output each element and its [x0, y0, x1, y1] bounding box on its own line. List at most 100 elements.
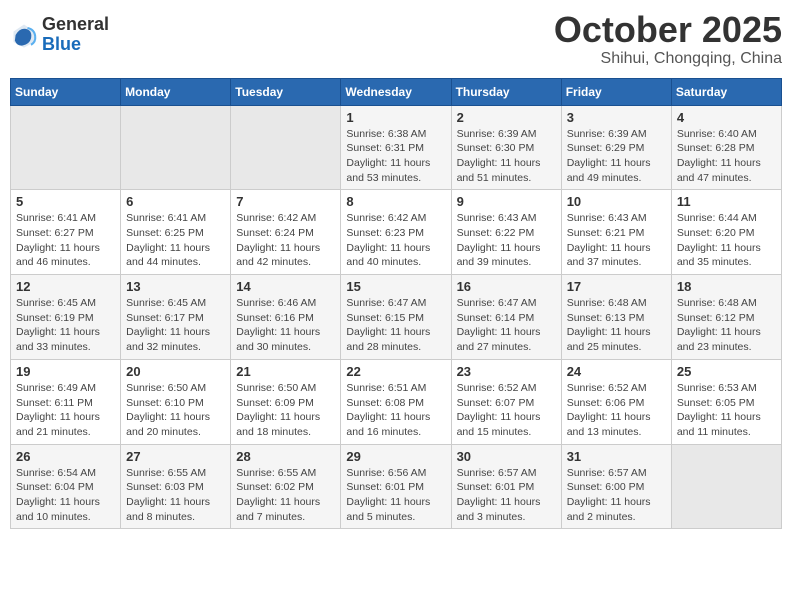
day-number: 5: [16, 194, 115, 209]
day-number: 16: [457, 279, 556, 294]
calendar-cell: 7Sunrise: 6:42 AM Sunset: 6:24 PM Daylig…: [231, 190, 341, 275]
day-number: 9: [457, 194, 556, 209]
day-detail: Sunrise: 6:39 AM Sunset: 6:30 PM Dayligh…: [457, 127, 556, 186]
day-detail: Sunrise: 6:51 AM Sunset: 6:08 PM Dayligh…: [346, 381, 445, 440]
calendar-week-4: 19 Sunrise: 6:49 AM Sunset: 6:11 PM Dayli…: [11, 359, 782, 444]
day-detail: Sunrise: 6:52 AM Sunset: 6:06 PM Dayligh…: [567, 381, 666, 440]
day-number: 19: [16, 364, 115, 379]
day-number: 29: [346, 449, 445, 464]
calendar-cell: 31Sunrise: 6:57 AM Sunset: 6:00 PM Dayli…: [561, 444, 671, 529]
calendar-cell: 17 Sunrise: 6:48 AM Sunset: 6:13 PM Dayli…: [561, 275, 671, 360]
calendar-cell: 29 Sunrise: 6:56 AM Sunset: 6:01 PM Dayli…: [341, 444, 451, 529]
day-number: 4: [677, 110, 776, 125]
calendar-week-5: 26 Sunrise: 6:54 AM Sunset: 6:04 PM Dayli…: [11, 444, 782, 529]
calendar-cell: 21 Sunrise: 6:50 AM Sunset: 6:09 PM Dayli…: [231, 359, 341, 444]
day-number: 17: [567, 279, 666, 294]
day-detail: Sunrise: 6:50 AM Sunset: 6:10 PM Dayligh…: [126, 381, 225, 440]
day-detail: Sunrise: 6:50 AM Sunset: 6:09 PM Dayligh…: [236, 381, 335, 440]
day-number: 26: [16, 449, 115, 464]
day-number: 11: [677, 194, 776, 209]
day-number: 25: [677, 364, 776, 379]
calendar-cell: 6 Sunrise: 6:41 AM Sunset: 6:25 PM Daylig…: [121, 190, 231, 275]
calendar-cell: 3Sunrise: 6:39 AM Sunset: 6:29 PM Daylig…: [561, 105, 671, 190]
day-detail: Sunrise: 6:49 AM Sunset: 6:11 PM Dayligh…: [16, 381, 115, 440]
day-detail: Sunrise: 6:40 AM Sunset: 6:28 PM Dayligh…: [677, 127, 776, 186]
calendar-cell: 2 Sunrise: 6:39 AM Sunset: 6:30 PM Daylig…: [451, 105, 561, 190]
day-number: 1: [346, 110, 445, 125]
weekday-header-sunday: Sunday: [11, 78, 121, 105]
day-number: 7: [236, 194, 335, 209]
weekday-header-wednesday: Wednesday: [341, 78, 451, 105]
calendar-cell: 19 Sunrise: 6:49 AM Sunset: 6:11 PM Dayli…: [11, 359, 121, 444]
day-number: 15: [346, 279, 445, 294]
day-number: 21: [236, 364, 335, 379]
month-title: October 2025: [554, 10, 782, 50]
location-subtitle: Shihui, Chongqing, China: [554, 50, 782, 68]
day-detail: Sunrise: 6:57 AM Sunset: 6:01 PM Dayligh…: [457, 466, 556, 525]
calendar-header: SundayMondayTuesdayWednesdayThursdayFrid…: [11, 78, 782, 105]
day-number: 28: [236, 449, 335, 464]
calendar-cell: 28 Sunrise: 6:55 AM Sunset: 6:02 PM Dayli…: [231, 444, 341, 529]
day-number: 27: [126, 449, 225, 464]
day-detail: Sunrise: 6:53 AM Sunset: 6:05 PM Dayligh…: [677, 381, 776, 440]
calendar-cell: 1 Sunrise: 6:38 AM Sunset: 6:31 PM Daylig…: [341, 105, 451, 190]
day-number: 8: [346, 194, 445, 209]
calendar-cell: 30 Sunrise: 6:57 AM Sunset: 6:01 PM Dayli…: [451, 444, 561, 529]
calendar-week-2: 5Sunrise: 6:41 AM Sunset: 6:27 PM Daylig…: [11, 190, 782, 275]
calendar-cell: 10 Sunrise: 6:43 AM Sunset: 6:21 PM Dayli…: [561, 190, 671, 275]
day-number: 31: [567, 449, 666, 464]
day-number: 3: [567, 110, 666, 125]
calendar-cell: 14Sunrise: 6:46 AM Sunset: 6:16 PM Dayli…: [231, 275, 341, 360]
calendar-table: SundayMondayTuesdayWednesdayThursdayFrid…: [10, 78, 782, 530]
day-number: 6: [126, 194, 225, 209]
calendar-cell: 24Sunrise: 6:52 AM Sunset: 6:06 PM Dayli…: [561, 359, 671, 444]
day-detail: Sunrise: 6:45 AM Sunset: 6:19 PM Dayligh…: [16, 296, 115, 355]
weekday-header-row: SundayMondayTuesdayWednesdayThursdayFrid…: [11, 78, 782, 105]
calendar-cell: 9 Sunrise: 6:43 AM Sunset: 6:22 PM Daylig…: [451, 190, 561, 275]
logo-blue-text: Blue: [42, 35, 109, 55]
day-detail: Sunrise: 6:41 AM Sunset: 6:25 PM Dayligh…: [126, 211, 225, 270]
calendar-cell: [231, 105, 341, 190]
day-number: 23: [457, 364, 556, 379]
day-detail: Sunrise: 6:38 AM Sunset: 6:31 PM Dayligh…: [346, 127, 445, 186]
day-detail: Sunrise: 6:43 AM Sunset: 6:21 PM Dayligh…: [567, 211, 666, 270]
calendar-cell: 27Sunrise: 6:55 AM Sunset: 6:03 PM Dayli…: [121, 444, 231, 529]
weekday-header-friday: Friday: [561, 78, 671, 105]
calendar-cell: 16 Sunrise: 6:47 AM Sunset: 6:14 PM Dayli…: [451, 275, 561, 360]
day-detail: Sunrise: 6:56 AM Sunset: 6:01 PM Dayligh…: [346, 466, 445, 525]
day-number: 10: [567, 194, 666, 209]
day-detail: Sunrise: 6:43 AM Sunset: 6:22 PM Dayligh…: [457, 211, 556, 270]
calendar-cell: 5Sunrise: 6:41 AM Sunset: 6:27 PM Daylig…: [11, 190, 121, 275]
day-detail: Sunrise: 6:55 AM Sunset: 6:02 PM Dayligh…: [236, 466, 335, 525]
day-detail: Sunrise: 6:47 AM Sunset: 6:15 PM Dayligh…: [346, 296, 445, 355]
calendar-cell: 12 Sunrise: 6:45 AM Sunset: 6:19 PM Dayli…: [11, 275, 121, 360]
calendar-cell: 4 Sunrise: 6:40 AM Sunset: 6:28 PM Daylig…: [671, 105, 781, 190]
day-detail: Sunrise: 6:48 AM Sunset: 6:13 PM Dayligh…: [567, 296, 666, 355]
day-number: 20: [126, 364, 225, 379]
weekday-header-thursday: Thursday: [451, 78, 561, 105]
day-number: 14: [236, 279, 335, 294]
calendar-body: 1 Sunrise: 6:38 AM Sunset: 6:31 PM Daylig…: [11, 105, 782, 529]
calendar-cell: 20 Sunrise: 6:50 AM Sunset: 6:10 PM Dayli…: [121, 359, 231, 444]
calendar-cell: 23 Sunrise: 6:52 AM Sunset: 6:07 PM Dayli…: [451, 359, 561, 444]
header: General Blue October 2025 Shihui, Chongq…: [10, 10, 782, 68]
calendar-cell: 15 Sunrise: 6:47 AM Sunset: 6:15 PM Dayli…: [341, 275, 451, 360]
day-number: 2: [457, 110, 556, 125]
day-detail: Sunrise: 6:47 AM Sunset: 6:14 PM Dayligh…: [457, 296, 556, 355]
logo-icon: [10, 21, 38, 49]
calendar-week-1: 1 Sunrise: 6:38 AM Sunset: 6:31 PM Daylig…: [11, 105, 782, 190]
calendar-cell: 25 Sunrise: 6:53 AM Sunset: 6:05 PM Dayli…: [671, 359, 781, 444]
day-number: 30: [457, 449, 556, 464]
calendar-cell: 18Sunrise: 6:48 AM Sunset: 6:12 PM Dayli…: [671, 275, 781, 360]
calendar-cell: 8Sunrise: 6:42 AM Sunset: 6:23 PM Daylig…: [341, 190, 451, 275]
logo: General Blue: [10, 15, 109, 55]
logo-text: General Blue: [42, 15, 109, 55]
day-detail: Sunrise: 6:52 AM Sunset: 6:07 PM Dayligh…: [457, 381, 556, 440]
weekday-header-monday: Monday: [121, 78, 231, 105]
day-detail: Sunrise: 6:54 AM Sunset: 6:04 PM Dayligh…: [16, 466, 115, 525]
day-number: 13: [126, 279, 225, 294]
calendar-week-3: 12 Sunrise: 6:45 AM Sunset: 6:19 PM Dayli…: [11, 275, 782, 360]
calendar-cell: 13Sunrise: 6:45 AM Sunset: 6:17 PM Dayli…: [121, 275, 231, 360]
day-number: 12: [16, 279, 115, 294]
calendar-cell: 22Sunrise: 6:51 AM Sunset: 6:08 PM Dayli…: [341, 359, 451, 444]
